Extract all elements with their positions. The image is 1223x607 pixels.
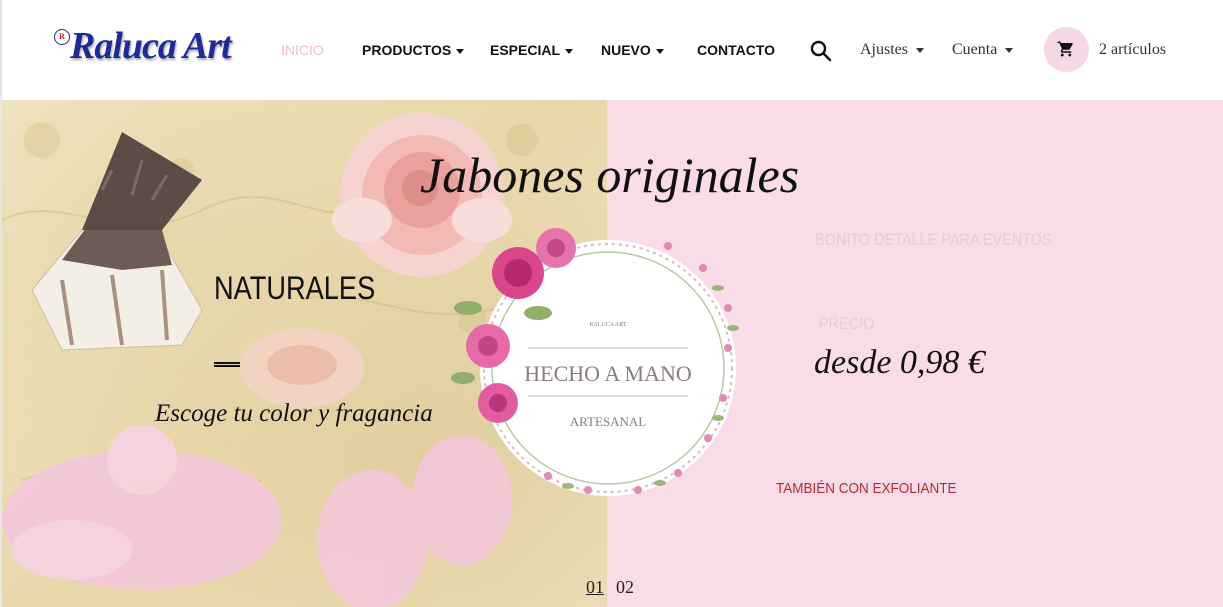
hero-left-heading: NATURALES [214,270,376,306]
nav-item-label: PRODUCTOS [362,42,452,58]
registered-mark-icon: R [54,29,70,45]
search-icon[interactable] [810,40,832,62]
price-label: PRECIO [819,314,875,333]
hero-title: Jabones originales [420,147,800,203]
site-header: R Raluca Art INICIO PRODUCTOS ESPECIAL N… [0,0,1223,100]
caret-down-icon [1005,47,1014,53]
nav-item-label: ESPECIAL [490,42,561,58]
price-value: desde 0,98 € [814,344,985,381]
exfoliante-note: TAMBIÉN CON EXFOLIANTE [776,480,957,497]
nav-item-productos[interactable]: PRODUCTOS [362,42,465,58]
slide-pager-01[interactable]: 01 [586,577,604,598]
nav-item-inicio[interactable]: INICIO [281,42,324,58]
nav-item-label: INICIO [281,42,324,58]
account-dropdown[interactable]: Cuenta [952,41,1014,59]
nav-item-nuevo[interactable]: NUEVO [601,42,664,58]
hero-left-tagline: Escoge tu color y fragancia [155,400,433,427]
logo-text: Raluca Art [70,25,232,67]
badge-bottom-text: ARTESANAL [570,414,647,429]
caret-down-icon [565,48,574,54]
badge-main-text: HECHO A MANO [524,361,691,386]
slide-pager-02[interactable]: 02 [616,577,634,598]
nav-item-contacto[interactable]: CONTACTO [697,42,775,58]
badge-small-text: RALUCA ART [589,322,626,328]
cart-count[interactable]: 2 artículos [1099,41,1166,59]
cart-button[interactable] [1044,27,1089,72]
caret-down-icon [655,48,664,54]
nav-item-label: NUEVO [601,42,651,58]
settings-dropdown[interactable]: Ajustes [860,41,924,59]
event-label: BONITO DETALLE PARA EVENTOS [815,230,1052,249]
caret-down-icon [456,48,465,54]
nav-item-label: CONTACTO [697,42,776,58]
cart-icon [1057,41,1073,57]
handmade-badge-image: RALUCA ART HECHO A MANO ARTESANAL [451,228,739,496]
nav-item-especial[interactable]: ESPECIAL [490,42,574,58]
hero-slider: RALUCA ART HECHO A MANO ARTESANAL Jabone… [0,100,1223,607]
account-label: Cuenta [952,41,998,58]
caret-down-icon [916,47,924,53]
settings-label: Ajustes [860,41,908,58]
site-logo[interactable]: R Raluca Art [54,24,234,76]
heading-divider [214,362,240,367]
